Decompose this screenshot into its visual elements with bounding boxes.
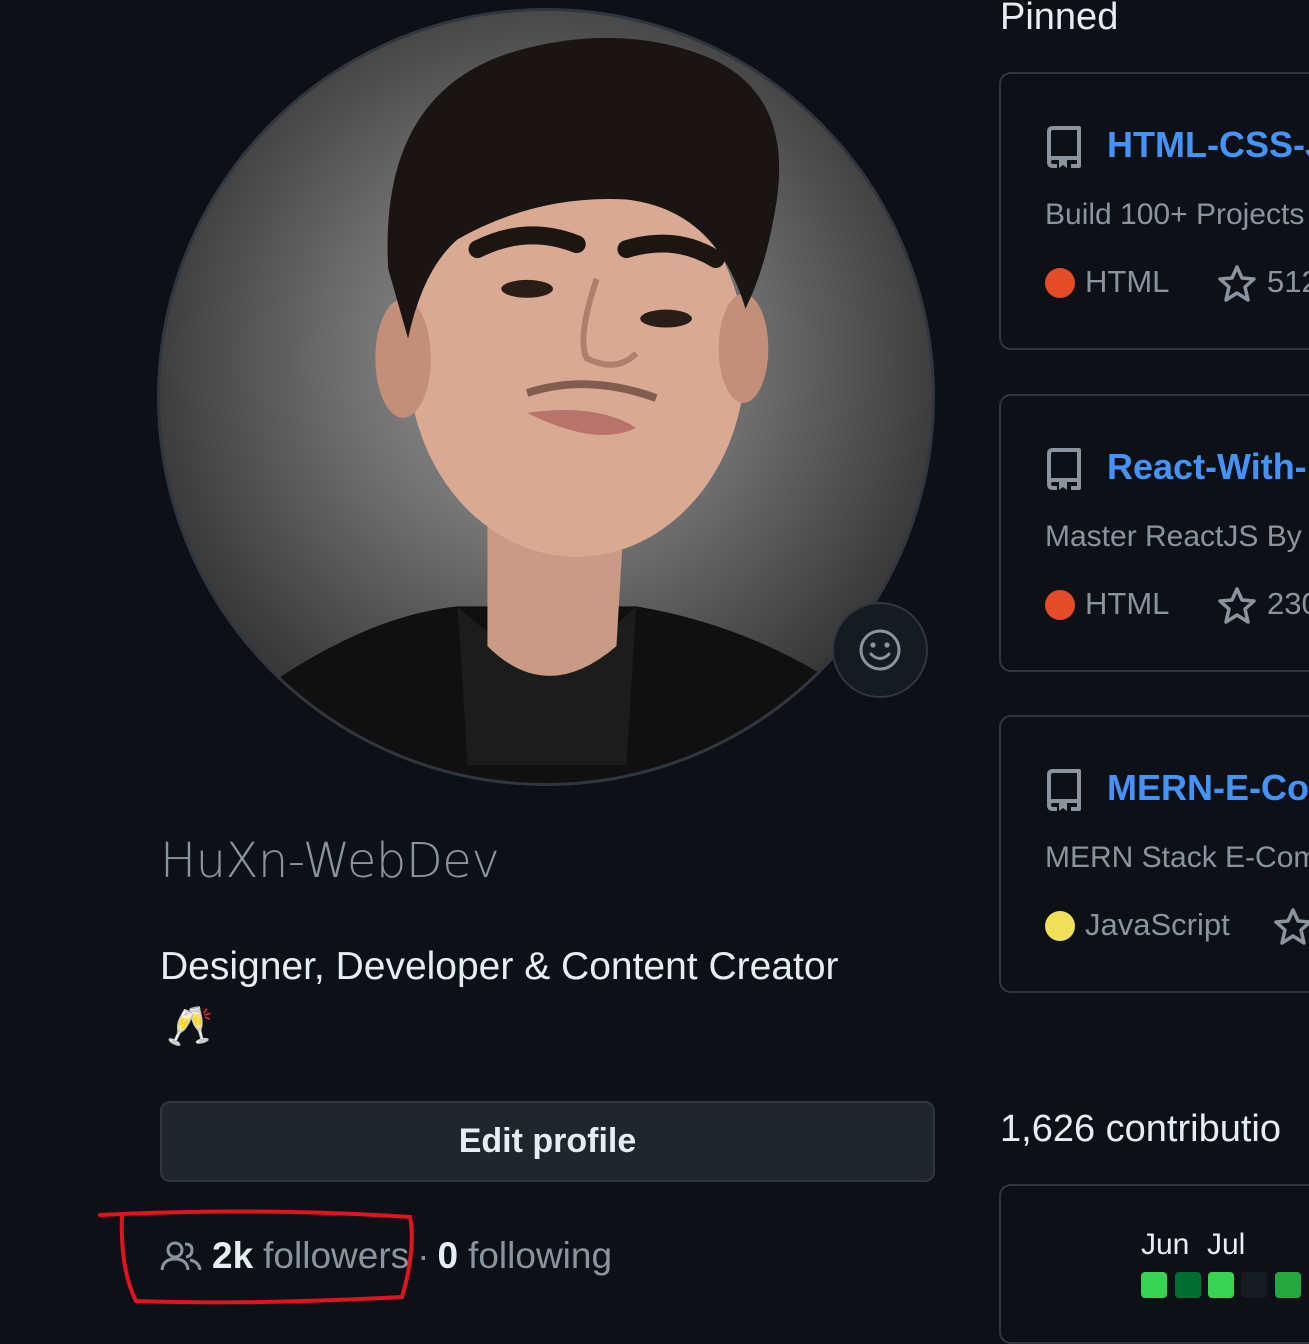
month-label: Jun <box>1141 1228 1190 1261</box>
language-color-dot <box>1045 590 1075 620</box>
avatar-portrait <box>160 37 932 783</box>
edit-profile-button[interactable]: Edit profile <box>160 1101 935 1182</box>
repo-language: HTML <box>1085 586 1170 621</box>
people-icon <box>160 1241 202 1271</box>
star-icon <box>1274 908 1309 945</box>
repo-name-link[interactable]: React-With-1 <box>1107 446 1309 488</box>
star-icon <box>1218 265 1256 302</box>
pinned-repo-card: MERN-E-Cor MERN Stack E-Com JavaScript <box>999 715 1309 993</box>
following-count: 0 <box>437 1235 459 1276</box>
follow-stats: 2k followers · 0 following <box>160 1230 612 1282</box>
profile-bio: Designer, Developer & Content Creator <box>160 945 839 988</box>
contribution-cell[interactable] <box>1275 1272 1301 1298</box>
repo-stars-link[interactable]: 512 <box>1267 264 1309 300</box>
star-icon <box>1218 587 1256 624</box>
follow-separator: · <box>417 1235 430 1276</box>
contribution-cell[interactable] <box>1141 1272 1167 1298</box>
language-color-dot <box>1045 911 1075 941</box>
followers-link[interactable]: 2k followers <box>160 1235 409 1277</box>
repo-icon <box>1047 448 1081 490</box>
followers-label: followers <box>263 1235 410 1276</box>
following-label: following <box>468 1235 613 1276</box>
profile-username: HuXn-WebDev <box>160 833 500 889</box>
smiley-icon <box>859 629 901 671</box>
repo-name-link[interactable]: MERN-E-Cor <box>1107 767 1309 809</box>
repo-icon <box>1047 126 1081 168</box>
contributions-heading: 1,626 contributio <box>1000 1108 1281 1150</box>
repo-language: HTML <box>1085 264 1170 299</box>
language-color-dot <box>1045 268 1075 298</box>
repo-name-link[interactable]: HTML-CSS-J <box>1107 124 1309 166</box>
pinned-heading: Pinned <box>1000 0 1119 38</box>
repo-language: JavaScript <box>1085 907 1230 942</box>
profile-avatar[interactable] <box>157 8 935 786</box>
set-status-button[interactable] <box>832 602 928 698</box>
repo-description: Master ReactJS By E <box>1045 520 1309 553</box>
contribution-graph <box>999 1184 1309 1344</box>
pinned-repo-card: React-With-1 Master ReactJS By E HTML 23… <box>999 394 1309 672</box>
repo-icon <box>1047 769 1081 811</box>
bio-emoji: 🥂 <box>166 1004 214 1048</box>
repo-description: MERN Stack E-Com <box>1045 841 1309 874</box>
contribution-cell[interactable] <box>1175 1272 1201 1298</box>
followers-count: 2k <box>212 1235 254 1276</box>
contribution-cell[interactable] <box>1208 1272 1234 1298</box>
month-label: Jul <box>1207 1228 1246 1261</box>
pinned-repo-card: HTML-CSS-J Build 100+ Projects HTML 512 <box>999 72 1309 350</box>
contribution-cell[interactable] <box>1241 1272 1267 1298</box>
repo-stars-link[interactable]: 230 <box>1267 586 1309 622</box>
following-link[interactable]: 0 following <box>437 1235 612 1277</box>
repo-description: Build 100+ Projects <box>1045 198 1305 231</box>
